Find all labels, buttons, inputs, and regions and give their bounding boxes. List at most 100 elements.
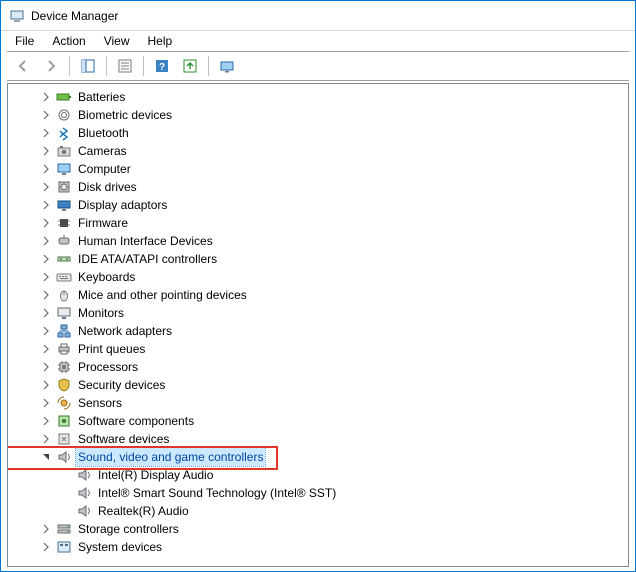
tree-node-label: Sound, video and game controllers xyxy=(76,448,265,466)
chevron-right-icon[interactable] xyxy=(40,433,52,445)
tree-node-keyboards[interactable]: Keyboards xyxy=(14,268,628,286)
chevron-right-icon[interactable] xyxy=(40,91,52,103)
tree-node-label: Processors xyxy=(76,358,140,376)
menu-action[interactable]: Action xyxy=(44,32,93,50)
tree-node-sysdev[interactable]: System devices xyxy=(14,538,628,556)
tree-node-label: System devices xyxy=(76,538,164,556)
monitor-icon xyxy=(56,161,72,177)
update-driver-button[interactable] xyxy=(178,54,202,78)
chevron-right-icon[interactable] xyxy=(40,181,52,193)
camera-icon xyxy=(56,143,72,159)
chevron-right-icon[interactable] xyxy=(40,271,52,283)
tree-node-cameras[interactable]: Cameras xyxy=(14,142,628,160)
tree-node-batteries[interactable]: Batteries xyxy=(14,88,628,106)
chevron-right-icon[interactable] xyxy=(40,289,52,301)
device-tree[interactable]: BatteriesBiometric devicesBluetoothCamer… xyxy=(8,84,628,560)
chevron-right-icon[interactable] xyxy=(40,109,52,121)
tree-node-label: Security devices xyxy=(76,376,167,394)
device-tree-panel: BatteriesBiometric devicesBluetoothCamer… xyxy=(7,83,629,567)
chevron-right-icon[interactable] xyxy=(40,397,52,409)
network-icon xyxy=(56,323,72,339)
chevron-right-icon[interactable] xyxy=(40,127,52,139)
toolbar-separator xyxy=(143,56,144,76)
speaker-icon xyxy=(76,467,92,483)
svg-text:?: ? xyxy=(159,62,165,73)
speaker-icon xyxy=(56,449,72,465)
help-button[interactable]: ? xyxy=(150,54,174,78)
tree-node-label: Keyboards xyxy=(76,268,137,286)
tree-node-label: Disk drives xyxy=(76,178,139,196)
window-title: Device Manager xyxy=(31,9,118,23)
chevron-right-icon[interactable] xyxy=(40,307,52,319)
tree-node-label: Mice and other pointing devices xyxy=(76,286,249,304)
toolbar-separator xyxy=(208,56,209,76)
chevron-down-icon[interactable] xyxy=(40,451,52,463)
chevron-right-icon[interactable] xyxy=(40,379,52,391)
tree-node-label: Computer xyxy=(76,160,133,178)
tree-node-computer[interactable]: Computer xyxy=(14,160,628,178)
tree-node-processors[interactable]: Processors xyxy=(14,358,628,376)
titlebar: Device Manager xyxy=(1,1,635,31)
chevron-right-icon[interactable] xyxy=(40,163,52,175)
tree-node-sound[interactable]: Sound, video and game controllers xyxy=(14,448,628,466)
hid-icon xyxy=(56,233,72,249)
tree-node-swcomp[interactable]: Software components xyxy=(14,412,628,430)
properties-button[interactable] xyxy=(113,54,137,78)
monitor2-icon xyxy=(56,305,72,321)
tree-node-label: IDE ATA/ATAPI controllers xyxy=(76,250,219,268)
show-hide-console-button[interactable] xyxy=(76,54,100,78)
tree-node-storage[interactable]: Storage controllers xyxy=(14,520,628,538)
tree-node-bluetooth[interactable]: Bluetooth xyxy=(14,124,628,142)
chevron-right-icon[interactable] xyxy=(40,199,52,211)
toolbar-separator xyxy=(106,56,107,76)
printer-icon xyxy=(56,341,72,357)
tree-node-isst[interactable]: Intel® Smart Sound Technology (Intel® SS… xyxy=(14,484,628,502)
swdev-icon xyxy=(56,431,72,447)
chevron-right-icon[interactable] xyxy=(40,361,52,373)
chevron-right-icon[interactable] xyxy=(40,145,52,157)
system-icon xyxy=(56,539,72,555)
scan-hardware-button[interactable] xyxy=(215,54,239,78)
tree-node-label: Software devices xyxy=(76,430,171,448)
chevron-right-icon[interactable] xyxy=(40,415,52,427)
speaker-icon xyxy=(76,503,92,519)
chevron-right-icon[interactable] xyxy=(40,541,52,553)
tree-node-network[interactable]: Network adapters xyxy=(14,322,628,340)
tree-node-sensors[interactable]: Sensors xyxy=(14,394,628,412)
tree-node-display[interactable]: Display adaptors xyxy=(14,196,628,214)
chevron-right-icon[interactable] xyxy=(40,217,52,229)
tree-node-label: Software components xyxy=(76,412,196,430)
tree-node-monitors[interactable]: Monitors xyxy=(14,304,628,322)
tree-node-label: Print queues xyxy=(76,340,147,358)
chevron-right-icon[interactable] xyxy=(40,343,52,355)
tree-node-swdev[interactable]: Software devices xyxy=(14,430,628,448)
chevron-right-icon[interactable] xyxy=(40,325,52,337)
tree-node-printqueues[interactable]: Print queues xyxy=(14,340,628,358)
toolbar-separator xyxy=(69,56,70,76)
tree-node-idisplayaudio[interactable]: Intel(R) Display Audio xyxy=(14,466,628,484)
mouse-icon xyxy=(56,287,72,303)
tree-node-label: Sensors xyxy=(76,394,124,412)
display-icon xyxy=(56,197,72,213)
nav-back-button[interactable] xyxy=(11,54,35,78)
tree-node-realtek[interactable]: Realtek(R) Audio xyxy=(14,502,628,520)
tree-node-diskdrives[interactable]: Disk drives xyxy=(14,178,628,196)
tree-node-ide[interactable]: IDE ATA/ATAPI controllers xyxy=(14,250,628,268)
menu-file[interactable]: File xyxy=(7,32,42,50)
tree-node-hid[interactable]: Human Interface Devices xyxy=(14,232,628,250)
menu-help[interactable]: Help xyxy=(140,32,181,50)
tree-node-label: Cameras xyxy=(76,142,129,160)
chevron-right-icon[interactable] xyxy=(40,523,52,535)
swcomp-icon xyxy=(56,413,72,429)
menu-view[interactable]: View xyxy=(96,32,138,50)
tree-node-biometric[interactable]: Biometric devices xyxy=(14,106,628,124)
tree-node-firmware[interactable]: Firmware xyxy=(14,214,628,232)
tree-node-label: Intel® Smart Sound Technology (Intel® SS… xyxy=(96,484,338,502)
tree-node-mice[interactable]: Mice and other pointing devices xyxy=(14,286,628,304)
nav-forward-button[interactable] xyxy=(39,54,63,78)
tree-node-label: Display adaptors xyxy=(76,196,169,214)
tree-node-label: Monitors xyxy=(76,304,126,322)
chevron-right-icon[interactable] xyxy=(40,253,52,265)
chevron-right-icon[interactable] xyxy=(40,235,52,247)
tree-node-security[interactable]: Security devices xyxy=(14,376,628,394)
